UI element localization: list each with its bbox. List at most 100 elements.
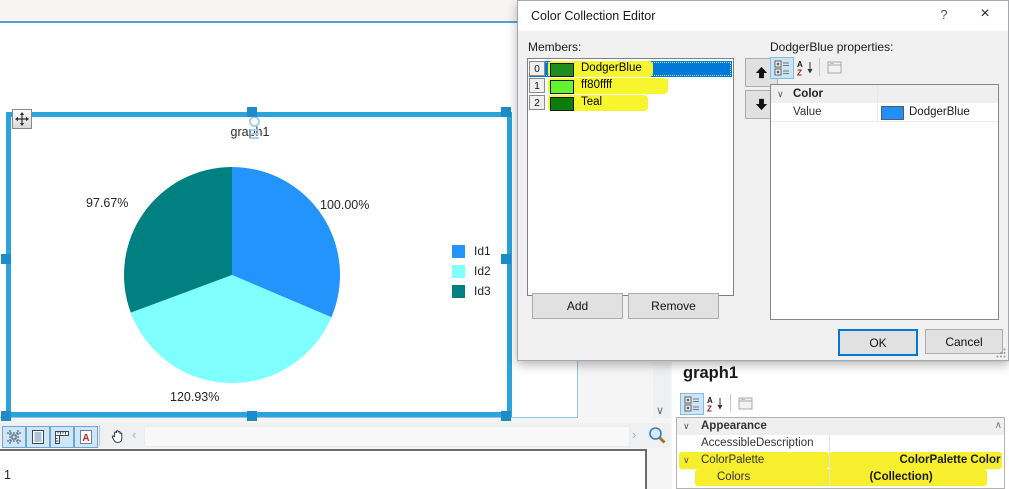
legend-label: Id2 (474, 264, 491, 278)
move-handle[interactable] (12, 109, 32, 129)
categorized-view-button[interactable] (770, 57, 794, 79)
categorized-icon (684, 396, 700, 412)
selection-handle-top-right[interactable] (501, 107, 511, 117)
property-pages-icon (827, 61, 843, 75)
down-arrow-icon (754, 97, 769, 112)
help-icon[interactable]: ? (936, 7, 952, 22)
category-row-appearance[interactable]: ∨ Appearance (677, 418, 1004, 435)
margins-toggle-button[interactable] (2, 426, 26, 448)
member-index-button[interactable]: 1 (529, 78, 545, 93)
pie-label-id2: 120.93% (170, 390, 220, 404)
member-label: ff80ffff (581, 79, 613, 91)
categorized-icon (774, 60, 790, 76)
remove-button[interactable]: Remove (628, 293, 719, 319)
screen: graph1 100.00% 120.93% 97.67% Id1 Id2 Id… (0, 0, 1009, 489)
up-arrow-icon (754, 65, 769, 80)
designer-vertical-scrollbar[interactable]: ∨ (653, 362, 670, 418)
pie-chart (124, 167, 341, 384)
toolbar-separator (730, 394, 731, 412)
page-layout-toggle-button[interactable] (26, 426, 50, 448)
member-color-swatch (550, 97, 574, 111)
band-row-number: 1 (4, 468, 11, 482)
member-index-button[interactable]: 2 (529, 95, 545, 110)
legend-item: Id2 (452, 264, 491, 278)
move-icon (15, 112, 29, 126)
property-pages-button[interactable] (823, 57, 847, 79)
alphabetical-sort-button[interactable]: AZ (794, 57, 818, 79)
member-index-button[interactable]: 0 (529, 61, 545, 76)
add-button[interactable]: Add (532, 293, 623, 319)
svg-text:Z: Z (797, 69, 802, 77)
property-pages-button[interactable] (734, 393, 758, 415)
az-sort-icon: AZ (707, 396, 725, 412)
selection-handle-bottom-right[interactable] (501, 411, 511, 421)
property-row-accessibledescription[interactable]: AccessibleDescription (677, 435, 1004, 452)
property-grid: ∨ Appearance AccessibleDescription ∨ Col… (676, 417, 1005, 489)
svg-text:A: A (82, 433, 89, 444)
legend-item: Id1 (452, 244, 491, 258)
properties-header: DodgerBlue properties: (770, 40, 894, 54)
detail-band-panel[interactable]: 1 (0, 449, 647, 489)
hscroll-right-icon[interactable]: › (632, 428, 636, 442)
property-pages-icon (738, 397, 754, 411)
property-row-value[interactable]: Value DodgerBlue (771, 103, 998, 122)
selection-handle-top-center[interactable] (247, 107, 257, 117)
member-color-swatch (550, 80, 574, 94)
ok-button[interactable]: OK (838, 329, 918, 356)
selection-handle-right[interactable] (501, 254, 511, 264)
dialog-title: Color Collection Editor (531, 9, 656, 23)
property-row-colors[interactable]: Colors (Collection) (677, 469, 1004, 486)
selection-handle-bottom-center[interactable] (247, 411, 257, 421)
categorized-view-button[interactable] (680, 393, 704, 415)
grid-column-splitter[interactable] (829, 435, 830, 486)
lined-page-icon (30, 429, 46, 445)
resize-grip[interactable] (996, 348, 1006, 358)
margins-icon (6, 429, 22, 445)
zoom-button[interactable] (647, 425, 667, 445)
legend-swatch-id3 (452, 284, 465, 298)
toolbar-separator (99, 425, 100, 446)
ruler-toggle-button[interactable] (50, 426, 74, 448)
az-sort-icon: AZ (797, 60, 815, 76)
member-row-teal[interactable]: 2 Teal (529, 95, 732, 111)
pie-label-id3: 97.67% (86, 196, 129, 210)
member-row-dodgerblue[interactable]: 0 DodgerBlue (529, 61, 732, 77)
title-edit-artifact (249, 116, 260, 141)
cancel-button[interactable]: Cancel (925, 329, 1003, 354)
letter-a-icon: A (78, 429, 94, 445)
toolbar-separator (819, 58, 820, 76)
properties-panel-title: graph1 (683, 364, 739, 382)
pie-label-id1: 100.00% (320, 198, 370, 212)
designer-bottom-toolbar: A ‹ › (0, 423, 670, 448)
close-icon[interactable]: × (975, 5, 995, 23)
alphabetical-sort-button[interactable]: AZ (704, 393, 728, 415)
legend-label: Id1 (474, 244, 491, 258)
dialog-property-grid: ∨ Color Value DodgerBlue (770, 84, 999, 320)
scroll-down-icon[interactable]: ∨ (656, 404, 664, 417)
chart-legend: Id1 Id2 Id3 (452, 244, 491, 298)
members-listbox[interactable]: 0 DodgerBlue 1 ff80ffff 2 Teal (527, 58, 734, 296)
hscroll-left-icon[interactable]: ‹ (132, 428, 136, 442)
pan-button[interactable] (104, 426, 132, 448)
color-collection-editor-dialog: Color Collection Editor ? × Members: 0 D… (517, 0, 1009, 361)
selection-handle-left[interactable] (1, 254, 11, 264)
text-annotation-toggle-button[interactable]: A (74, 426, 98, 448)
collapse-icon[interactable]: ∨ (683, 418, 690, 435)
collapse-icon[interactable]: ∨ (777, 85, 784, 103)
value-color-swatch (881, 106, 904, 120)
selection-handle-bottom-left[interactable] (1, 411, 11, 421)
property-row-colorpalette[interactable]: ∨ ColorPalette ColorPalette Color [Dodge… (677, 452, 1004, 469)
dialog-titlebar[interactable]: Color Collection Editor ? × (518, 1, 1008, 31)
svg-text:Z: Z (707, 405, 712, 413)
horizontal-scrollbar-track[interactable] (144, 426, 630, 447)
members-label: Members: (528, 40, 582, 54)
collapse-icon[interactable]: ∨ (683, 452, 690, 469)
legend-swatch-id2 (452, 264, 465, 278)
scroll-up-icon[interactable]: ∧ (995, 420, 1002, 431)
category-row-color[interactable]: ∨ Color (771, 85, 998, 103)
member-row-ff80ffff[interactable]: 1 ff80ffff (529, 78, 732, 94)
properties-panel: graph1 AZ ∨ Appearance AccessibleDescrip… (672, 362, 1009, 489)
grid-column-splitter[interactable] (877, 85, 878, 121)
legend-label: Id3 (474, 284, 491, 298)
legend-item: Id3 (452, 284, 491, 298)
